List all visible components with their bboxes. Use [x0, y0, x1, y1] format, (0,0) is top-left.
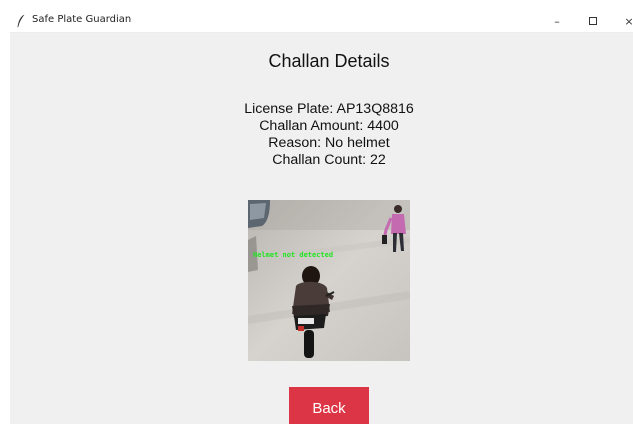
violation-photo: Helmet not detected [248, 200, 410, 361]
window-title: Safe Plate Guardian [32, 14, 132, 25]
title-bar[interactable]: Safe Plate Guardian – × [10, 10, 633, 33]
page-title: Challan Details [268, 51, 390, 71]
detection-overlay-text: Helmet not detected [253, 251, 334, 259]
app-window: Safe Plate Guardian – × Challan Details … [10, 10, 633, 424]
close-icon: × [624, 14, 633, 28]
maximize-icon [589, 17, 597, 25]
reason-text: Reason: No helmet [268, 135, 390, 151]
back-button[interactable]: Back [289, 387, 369, 424]
challan-amount-text: Challan Amount: 4400 [259, 118, 399, 134]
feather-icon [17, 14, 25, 28]
challan-details: License Plate: AP13Q8816 Challan Amount:… [10, 101, 633, 169]
street-scene-image [248, 200, 410, 361]
close-button[interactable]: × [612, 10, 633, 32]
license-plate-text: License Plate: AP13Q8816 [244, 101, 414, 117]
minimize-icon: – [554, 14, 560, 28]
maximize-button[interactable] [576, 10, 610, 32]
challan-count-text: Challan Count: 22 [272, 152, 386, 168]
minimize-button[interactable]: – [540, 10, 574, 32]
